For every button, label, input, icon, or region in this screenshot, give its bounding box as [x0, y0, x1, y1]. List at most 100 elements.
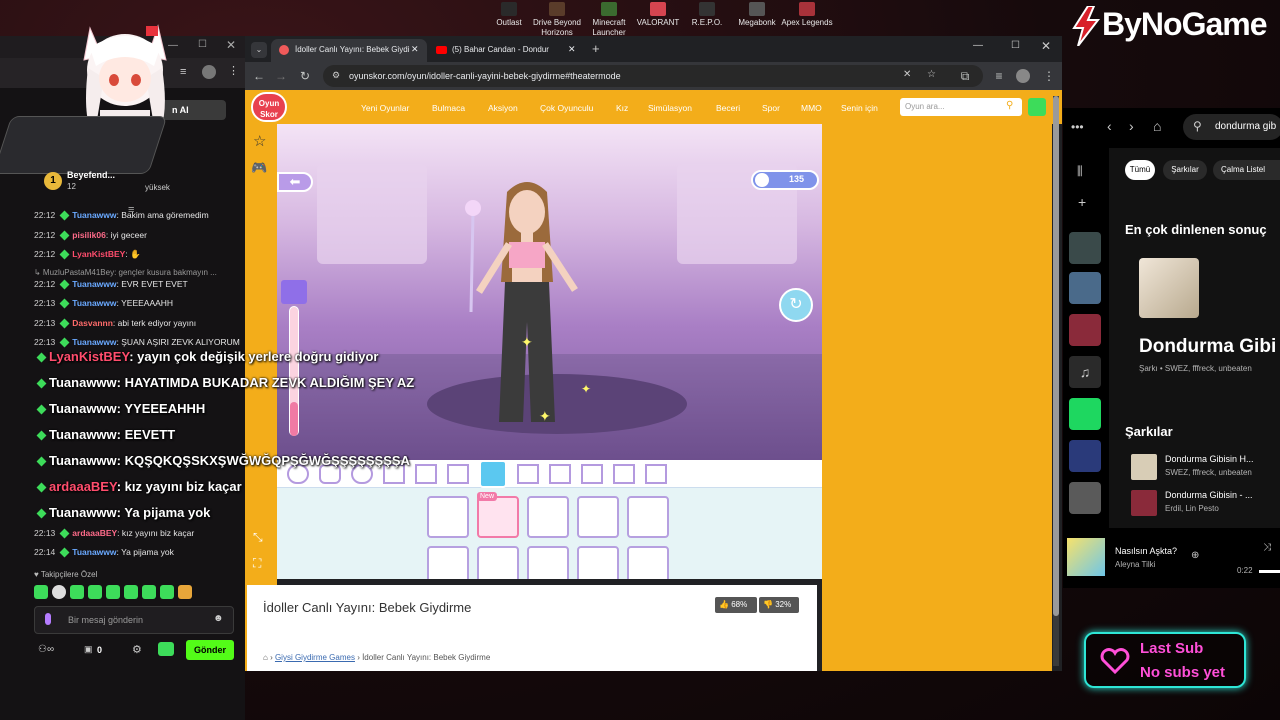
maximize-icon[interactable]: ☐: [1011, 40, 1020, 51]
menu-yeni-oyunlar[interactable]: Yeni Oyunlar: [361, 103, 409, 113]
site-info-icon[interactable]: ⚙: [332, 70, 340, 81]
shuffle-icon[interactable]: ⤨: [1263, 542, 1271, 553]
crown-category-icon[interactable]: [581, 464, 603, 484]
search-icon[interactable]: ⚲: [1006, 100, 1013, 111]
site-logo[interactable]: Oyun Skor: [251, 92, 287, 122]
item-bouquet[interactable]: [577, 546, 619, 579]
filter-songs[interactable]: Şarkılar: [1163, 160, 1207, 180]
mute-icon[interactable]: ✕: [903, 69, 911, 80]
back-arrow-button[interactable]: ⬅: [277, 172, 313, 192]
menu-bulmaca[interactable]: Bulmaca: [432, 103, 465, 113]
emote-icon[interactable]: [88, 585, 102, 599]
item-bag-new[interactable]: New: [477, 492, 519, 538]
extensions-icon[interactable]: ⧉: [957, 68, 973, 84]
item-staff[interactable]: [527, 546, 569, 579]
breadcrumb-category[interactable]: Giysi Giydirme Games: [275, 653, 355, 662]
site-search-input[interactable]: Oyun ara... ⚲: [900, 98, 1022, 116]
now-playing-cover[interactable]: [1067, 538, 1105, 576]
menu-simulasyon[interactable]: Simülasyon: [648, 103, 692, 113]
tab-search-icon[interactable]: ⌄: [251, 42, 267, 58]
reload-icon[interactable]: ↻: [297, 68, 313, 84]
menu-spor[interactable]: Spor: [762, 103, 780, 113]
emoji-icon[interactable]: ☻: [213, 613, 224, 624]
tab-close-icon[interactable]: ✕: [411, 44, 419, 55]
tab-youtube[interactable]: (5) Bahar Candan - Dondur ✕: [428, 39, 584, 62]
menu-cok-oyunculu[interactable]: Çok Oyunculu: [540, 103, 593, 113]
song-row[interactable]: Dondurma Gibisin - ... Erdil, Lin Pesto: [1125, 488, 1280, 520]
item-bag[interactable]: [627, 546, 669, 579]
reset-icon[interactable]: ↻: [779, 288, 813, 322]
menu-beceri[interactable]: Beceri: [716, 103, 740, 113]
emote-icon[interactable]: [142, 585, 156, 599]
library-cover[interactable]: [1069, 314, 1101, 346]
now-playing-artist[interactable]: Aleyna Tilki: [1115, 560, 1155, 569]
bag-category-icon[interactable]: [479, 460, 507, 488]
dislike-button[interactable]: 👎 32%: [759, 597, 799, 613]
profile-icon[interactable]: [1016, 69, 1030, 83]
library-cover[interactable]: [1069, 482, 1101, 514]
more-icon[interactable]: •••: [1071, 120, 1084, 134]
item-bat[interactable]: [577, 496, 619, 538]
library-cover[interactable]: [1069, 272, 1101, 304]
emote-icon[interactable]: [70, 585, 84, 599]
star-icon[interactable]: ☆: [253, 132, 266, 150]
forward-icon[interactable]: ›: [1129, 118, 1134, 134]
more-icon[interactable]: ⋮: [1041, 68, 1057, 84]
media-icon[interactable]: ≡: [991, 68, 1007, 84]
fullscreen-icon[interactable]: ⛶: [253, 556, 261, 571]
forward-icon[interactable]: →: [273, 68, 289, 84]
home-icon[interactable]: ⌂: [1153, 118, 1161, 134]
home-icon[interactable]: ⌂: [263, 653, 268, 662]
mic-icon[interactable]: [45, 613, 51, 625]
filter-playlists[interactable]: Çalma Listel: [1213, 160, 1280, 180]
top-result-title[interactable]: Dondurma Gibi: [1139, 336, 1276, 358]
emote-icon[interactable]: [34, 585, 48, 599]
gamepad-icon[interactable]: 🎮: [251, 160, 267, 176]
item-wand[interactable]: [527, 496, 569, 538]
spotify-search-input[interactable]: ⚲ dondurma gib: [1183, 114, 1280, 140]
users-icon[interactable]: ⚇∞: [38, 644, 54, 655]
top-result-cover[interactable]: [1139, 258, 1199, 318]
glove-category-icon[interactable]: [517, 464, 539, 484]
library-cover[interactable]: [1069, 232, 1101, 264]
scrollbar-thumb[interactable]: [1053, 96, 1059, 616]
now-playing-title[interactable]: Nasılsın Aşkta?: [1115, 546, 1177, 556]
address-bar[interactable]: ⚙ oyunskor.com/oyun/idoller-canli-yayini…: [323, 65, 983, 87]
shrink-icon[interactable]: ⤡: [253, 530, 263, 545]
profile-icon[interactable]: [202, 65, 216, 79]
more-icon[interactable]: ⋮: [228, 64, 239, 77]
emote-icon[interactable]: [160, 585, 174, 599]
top-category-icon[interactable]: [415, 464, 437, 484]
item-spatula[interactable]: [627, 496, 669, 538]
emote-icon[interactable]: [124, 585, 138, 599]
settings-icon[interactable]: ⚙: [132, 643, 142, 656]
add-icon[interactable]: +: [1078, 194, 1086, 210]
song-row[interactable]: Dondurma Gibisin H... SWEZ, fffreck, unb…: [1125, 452, 1280, 484]
shoe-category-icon[interactable]: [549, 464, 571, 484]
library-cover[interactable]: [1069, 440, 1101, 472]
slider-track[interactable]: [289, 306, 299, 436]
mask-category-icon[interactable]: [613, 464, 635, 484]
chat-input[interactable]: Bir mesaj gönderin ☻: [34, 606, 234, 634]
bookmark-icon[interactable]: [1069, 398, 1101, 430]
maximize-icon[interactable]: ☐: [198, 39, 207, 50]
skirt-category-icon[interactable]: [447, 464, 469, 484]
star-icon[interactable]: ☆: [927, 69, 936, 80]
user-icon[interactable]: [1028, 98, 1046, 116]
close-icon[interactable]: ✕: [1041, 39, 1051, 53]
menu-mmo[interactable]: MMO: [801, 103, 822, 113]
item-headphones[interactable]: [427, 546, 469, 579]
emote-picker-icon[interactable]: [158, 642, 174, 656]
desktop-game-drive-beyond[interactable]: Drive Beyond Horizons: [528, 0, 586, 37]
send-button[interactable]: Gönder: [186, 640, 234, 660]
library-icon[interactable]: ⫼: [1077, 164, 1083, 179]
close-icon[interactable]: ✕: [226, 38, 236, 52]
emote-icon[interactable]: [52, 585, 66, 599]
new-tab-icon[interactable]: +: [592, 41, 600, 56]
minimize-icon[interactable]: —: [973, 40, 983, 51]
menu-senin-icin[interactable]: Senin için: [841, 103, 878, 113]
tab-close-icon[interactable]: ✕: [568, 44, 576, 55]
emote-icon[interactable]: [106, 585, 120, 599]
desktop-game-apex[interactable]: Apex Legends: [778, 0, 836, 36]
back-icon[interactable]: ←: [251, 68, 267, 84]
